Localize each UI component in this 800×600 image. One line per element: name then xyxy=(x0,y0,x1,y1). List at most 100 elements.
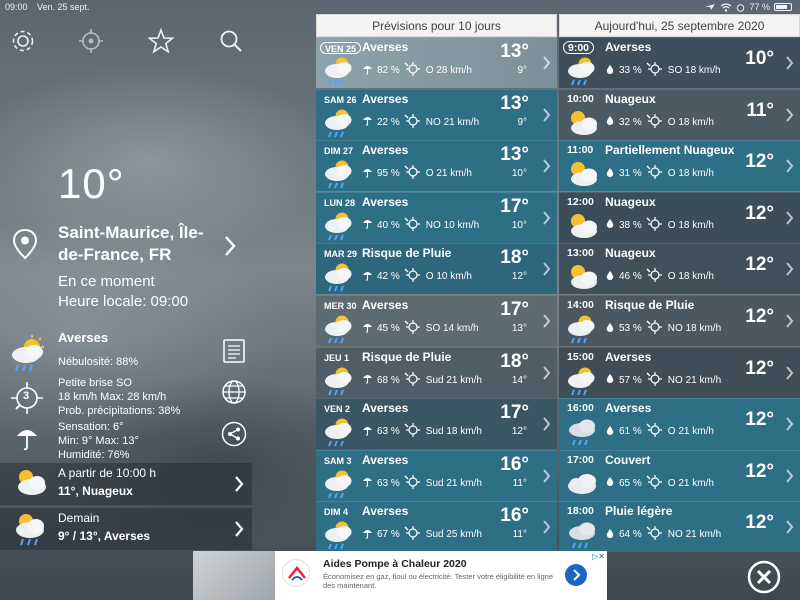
precip-percent: 42 % xyxy=(377,271,400,283)
day-meta: 42 % O 10 km/h xyxy=(362,268,472,285)
tomorrow-row[interactable]: Demain 9° / 13°, Averses xyxy=(0,508,252,550)
hourly-row[interactable]: 12:00 Nuageux 38 % O 18 km/h 12° xyxy=(559,191,800,243)
gear-icon[interactable] xyxy=(10,28,36,54)
day-label: JEU 1 xyxy=(324,352,350,363)
star-icon[interactable] xyxy=(147,27,175,54)
hour-label: 12:00 xyxy=(567,195,594,208)
forecast-day-row[interactable]: JEU 1 Risque de Pluie 68 % Sud 21 km/h 18° 14… xyxy=(316,346,557,398)
low-temp: 13° xyxy=(511,323,527,334)
hourly-row[interactable]: 11:00 Partiellement Nuageux 31 % O 18 km/h 1… xyxy=(559,140,800,192)
hour-label: 15:00 xyxy=(567,350,594,363)
document-icon[interactable] xyxy=(221,338,247,364)
low-temp: 9° xyxy=(517,116,527,128)
chevron-right-icon[interactable] xyxy=(224,235,236,262)
forecast-day-row[interactable]: DIM 4 Averses 67 % Sud 25 km/h 16° 11° xyxy=(316,501,557,553)
wind-icon xyxy=(404,216,422,234)
ad-close-icon[interactable]: ▷✕ xyxy=(592,552,605,561)
hour-condition: Partiellement Nuageux xyxy=(605,143,735,158)
hour-meta: 31 % O 18 km/h xyxy=(605,165,714,182)
nebulosity: Nébulosité: 88% xyxy=(58,356,139,368)
location-name[interactable]: Saint-Maurice, Île-de-France, FR xyxy=(58,222,218,266)
chevron-right-icon xyxy=(234,520,244,543)
forecast-day-row[interactable]: MER 30 Averses 45 % SO 14 km/h 17° 13° xyxy=(316,295,557,346)
hourly-row[interactable]: 16:00 Averses 61 % O 21 km/h 12° xyxy=(559,398,800,450)
day-condition: Averses xyxy=(362,194,409,209)
hourly-row[interactable]: 10:00 Nuageux 32 % O 18 km/h 11° xyxy=(559,88,800,140)
wind-icon xyxy=(646,320,664,337)
ad-banner[interactable]: Aides Pompe à Chaleur 2020 Économisez en… xyxy=(193,551,607,600)
high-temp: 13° xyxy=(500,92,529,114)
wind-value: O 18 km/h xyxy=(667,219,714,231)
wind-icon xyxy=(404,320,422,337)
precip-percent: 53 % xyxy=(619,323,642,334)
current-temperature: 10° xyxy=(58,160,125,207)
location-pin-icon[interactable] xyxy=(10,228,40,260)
share-icon[interactable] xyxy=(221,421,247,447)
hourly-row[interactable]: 13:00 Nuageux 46 % O 18 km/h 12° xyxy=(559,243,800,295)
day-label: SAM 26 xyxy=(324,94,357,105)
day-label: MAR 29 xyxy=(324,249,358,260)
precip-percent: 61 % xyxy=(619,426,642,438)
day-label: DIM 27 xyxy=(324,146,354,157)
forecast-day-row[interactable]: VEN 2 Averses 63 % Sud 18 km/h 17° 12° xyxy=(316,398,557,450)
hour-meta: 57 % NO 21 km/h xyxy=(605,371,722,389)
umbrella-icon xyxy=(362,167,373,181)
hour-meta: 65 % O 21 km/h xyxy=(605,474,714,492)
chevron-right-icon xyxy=(542,365,551,386)
umbrella-icon xyxy=(362,425,373,439)
forecast-day-row[interactable]: MAR 29 Risque de Pluie 42 % O 10 km/h 18° 12° xyxy=(316,243,557,295)
wind-value: O 10 km/h xyxy=(425,271,472,283)
hour-temp: 12° xyxy=(745,151,774,173)
hourly-row[interactable]: 9:00 Averses 33 % SO 18 km/h 10° xyxy=(559,37,800,88)
forecast-day-row[interactable]: SAM 26 Averses 22 % NO 21 km/h 13° 9° xyxy=(316,88,557,140)
wind-icon xyxy=(646,268,664,285)
drop-icon xyxy=(605,373,615,387)
forecast-day-row[interactable]: LUN 28 Averses 40 % NO 10 km/h 17° 10° xyxy=(316,191,557,243)
close-icon[interactable] xyxy=(747,560,781,594)
hourly-row[interactable]: 15:00 Averses 57 % NO 21 km/h 12° xyxy=(559,346,800,398)
hourly-row[interactable]: 18:00 Pluie légère 64 % NO 21 km/h 12° xyxy=(559,501,800,553)
hour-temp: 12° xyxy=(745,306,774,327)
hour-meta: 64 % NO 21 km/h xyxy=(605,526,721,543)
drop-icon xyxy=(605,425,615,439)
forecast-day-row[interactable]: SAM 3 Averses 63 % Sud 21 km/h 16° 11° xyxy=(316,449,557,501)
umbrella-icon xyxy=(362,64,373,78)
day-meta: 63 % Sud 18 km/h xyxy=(362,423,482,440)
locate-icon[interactable] xyxy=(78,28,104,54)
next-hours-row[interactable]: A partir de 10:00 h 11°, Nuageux xyxy=(0,463,252,505)
hour-temp: 12° xyxy=(745,202,774,224)
ad-image xyxy=(193,551,275,600)
wind-value: NO 21 km/h xyxy=(667,529,722,541)
hourly-header: Aujourd'hui, 25 septembre 2020 xyxy=(559,14,800,37)
hourly-row[interactable]: 14:00 Risque de Pluie 53 % NO 18 km/h 12° xyxy=(559,295,800,346)
wind-icon xyxy=(404,62,422,79)
hour-condition: Nuageux xyxy=(605,194,656,209)
wind-value: SO 14 km/h xyxy=(425,323,479,334)
min-max: Min: 9° Max: 13° xyxy=(58,435,139,447)
precip-percent: 40 % xyxy=(377,219,400,231)
precip-prob: Prob. précipitations: 38% xyxy=(58,405,181,417)
day-label: SAM 3 xyxy=(324,455,352,466)
hourly-row[interactable]: 17:00 Couvert 65 % O 21 km/h 12° xyxy=(559,449,800,501)
day-condition: Averses xyxy=(362,504,409,519)
day-condition: Averses xyxy=(362,40,409,54)
globe-icon[interactable] xyxy=(221,379,247,405)
ad-go-button[interactable] xyxy=(565,564,587,586)
low-temp: 12° xyxy=(511,271,527,283)
day-meta: 67 % Sud 25 km/h xyxy=(362,526,482,543)
forecast-day-row[interactable]: DIM 27 Averses 95 % O 21 km/h 13° 10° xyxy=(316,140,557,192)
hour-label: 13:00 xyxy=(567,247,594,260)
wind-value: NO 21 km/h xyxy=(667,374,722,386)
forecast-day-row[interactable]: VEN 25 Averses 82 % O 28 km/h 13° 9° xyxy=(316,37,557,88)
now-label: En ce moment xyxy=(58,273,155,290)
high-temp: 16° xyxy=(500,453,529,475)
search-icon[interactable] xyxy=(218,28,244,54)
chevron-right-icon xyxy=(785,365,794,386)
hour-meta: 53 % NO 18 km/h xyxy=(605,320,721,337)
hour-meta: 32 % O 18 km/h xyxy=(605,113,714,131)
precip-percent: 63 % xyxy=(377,426,400,438)
drop-icon xyxy=(605,115,615,129)
wind-label: Petite brise SO xyxy=(58,377,132,389)
day-label: VEN 2 xyxy=(324,404,351,415)
umbrella-icon xyxy=(14,424,40,457)
